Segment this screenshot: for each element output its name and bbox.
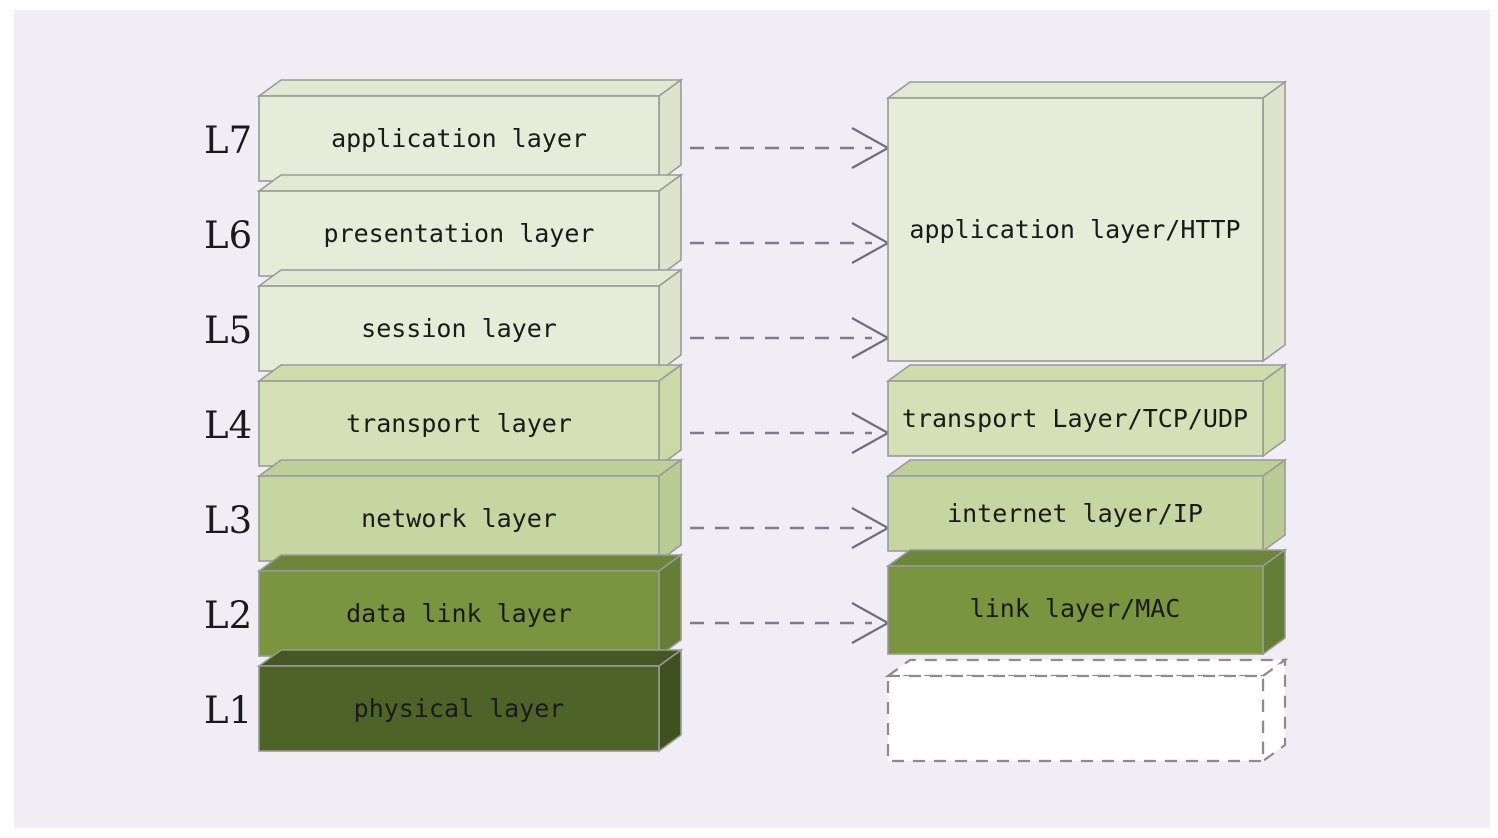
diagram-canvas: application layer L7 presentation layer … <box>14 10 1490 828</box>
l5-box-side-face <box>658 268 682 373</box>
l2-box-label: data link layer <box>346 599 572 628</box>
tcpip-application-side-face <box>1262 80 1286 363</box>
tcpip-application-label: application layer/HTTP <box>909 215 1240 244</box>
connector-l4-to-transport <box>690 412 891 454</box>
tcpip-empty-side-face <box>1261 657 1287 764</box>
osi-level-label-l4: L4 <box>204 404 252 447</box>
connector-l3-to-internet <box>690 507 891 549</box>
l7-box-label: application layer <box>331 124 587 153</box>
connector-l7-to-application <box>690 127 891 169</box>
osi-layer-l6[interactable]: presentation layer L6 <box>204 173 684 278</box>
l2-box-side-face <box>658 553 682 658</box>
osi-level-label-l3: L3 <box>204 499 252 542</box>
l5-box-top-face <box>256 269 684 287</box>
osi-layer-l5[interactable]: session layer L5 <box>204 268 684 373</box>
osi-layer-l7[interactable]: application layer L7 <box>204 78 684 183</box>
tcpip-transport-top-face <box>885 364 1288 382</box>
tcpip-layer-empty-placeholder[interactable] <box>884 657 1289 764</box>
tcpip-empty-top-face <box>884 658 1289 678</box>
l3-box-side-face <box>658 458 682 563</box>
tcpip-empty-front-face <box>886 674 1265 763</box>
connector-l2-to-link <box>690 602 891 644</box>
l1-box-label: physical layer <box>354 694 565 723</box>
tcpip-application-top-face <box>885 81 1288 99</box>
osi-level-label-l7: L7 <box>204 119 252 162</box>
tcpip-internet-label: internet layer/IP <box>947 499 1203 528</box>
osi-level-label-l5: L5 <box>204 309 252 352</box>
tcpip-layer-application[interactable]: application layer/HTTP <box>885 80 1288 363</box>
connector-group <box>690 127 891 644</box>
connector-l5-to-application <box>690 317 891 359</box>
tcpip-layer-transport[interactable]: transport Layer/TCP/UDP <box>885 363 1288 458</box>
layer-model-diagram: application layer L7 presentation layer … <box>204 78 1289 764</box>
tcpip-layer-link[interactable]: link layer/MAC <box>885 548 1288 656</box>
l1-box-top-face <box>256 649 684 667</box>
osi-level-label-l2: L2 <box>204 594 252 637</box>
osi-layer-l2[interactable]: data link layer L2 <box>204 553 684 658</box>
tcpip-stack: application layer/HTTP transport Layer/T… <box>884 80 1289 764</box>
tcpip-internet-side-face <box>1262 458 1286 553</box>
l7-box-side-face <box>658 78 682 183</box>
tcpip-link-side-face <box>1262 548 1286 656</box>
tcpip-transport-side-face <box>1262 363 1286 458</box>
l4-box-top-face <box>256 364 684 382</box>
l1-box-side-face <box>658 648 682 753</box>
l7-box-top-face <box>256 79 684 97</box>
osi-stack: application layer L7 presentation layer … <box>204 78 684 753</box>
l6-box-top-face <box>256 174 684 192</box>
l5-box-label: session layer <box>361 314 557 343</box>
l3-box-top-face <box>256 459 684 477</box>
l4-box-side-face <box>658 363 682 468</box>
tcpip-link-top-face <box>885 549 1288 567</box>
tcpip-internet-top-face <box>885 459 1288 477</box>
osi-layer-l1[interactable]: physical layer L1 <box>204 648 684 753</box>
tcpip-link-label: link layer/MAC <box>970 594 1181 623</box>
osi-level-label-l6: L6 <box>204 214 252 257</box>
l6-box-label: presentation layer <box>324 219 595 248</box>
osi-level-label-l1: L1 <box>204 689 252 732</box>
osi-layer-l4[interactable]: transport layer L4 <box>204 363 684 468</box>
l2-box-top-face <box>256 554 684 572</box>
connector-l6-to-application <box>690 222 891 264</box>
l3-box-label: network layer <box>361 504 557 533</box>
osi-layer-l3[interactable]: network layer L3 <box>204 458 684 563</box>
tcpip-transport-label: transport Layer/TCP/UDP <box>902 404 1248 433</box>
l4-box-label: transport layer <box>346 409 572 438</box>
l6-box-side-face <box>658 173 682 278</box>
tcpip-layer-internet[interactable]: internet layer/IP <box>885 458 1288 553</box>
